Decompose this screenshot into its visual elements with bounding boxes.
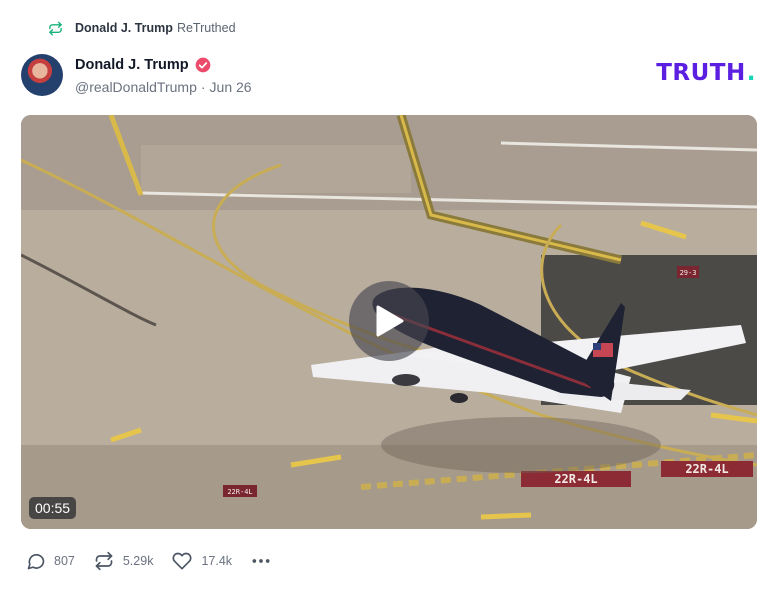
play-icon xyxy=(376,305,404,337)
retruth-count: 5.29k xyxy=(122,554,154,568)
runway-sign-small-1: 22R-4L xyxy=(227,488,252,496)
reply-count: 807 xyxy=(54,554,75,568)
video-player[interactable]: 22R-4L 22R-4L 22R-4L 29-3 00:55 xyxy=(21,115,757,529)
like-count: 17.4k xyxy=(201,554,233,568)
post-meta: @realDonaldTrump · Jun 26 xyxy=(75,79,252,95)
play-button[interactable] xyxy=(349,281,429,361)
more-button[interactable] xyxy=(250,551,272,571)
reply-icon xyxy=(27,553,45,570)
post-author-block: Donald J. Trump @realDonaldTrump · Jun 2… xyxy=(75,55,252,95)
verified-badge-icon xyxy=(195,57,211,73)
more-dots-icon xyxy=(252,559,270,563)
runway-sign-small-2: 29-3 xyxy=(680,269,697,277)
avatar[interactable] xyxy=(21,54,63,96)
runway-sign-2: 22R-4L xyxy=(685,462,728,476)
meta-separator: · xyxy=(200,79,206,95)
retruth-button[interactable]: 5.29k xyxy=(93,551,154,571)
truth-logo: TRUTH. xyxy=(656,60,756,86)
reply-button[interactable]: 807 xyxy=(26,551,75,571)
author-name[interactable]: Donald J. Trump xyxy=(75,57,189,73)
post-date[interactable]: Jun 26 xyxy=(210,79,252,95)
retruth-author[interactable]: Donald J. Trump xyxy=(75,21,173,35)
retruth-icon xyxy=(48,21,63,36)
retruth-label: ReTruthed xyxy=(176,21,236,35)
runway-sign-1: 22R-4L xyxy=(554,472,597,486)
like-button[interactable]: 17.4k xyxy=(171,551,232,571)
truth-logo-dot: . xyxy=(746,60,756,86)
retruth-action-icon xyxy=(95,551,113,571)
retruth-banner: Donald J. Trump ReTruthed xyxy=(48,18,236,38)
heart-icon xyxy=(172,552,192,570)
author-handle[interactable]: @realDonaldTrump xyxy=(75,79,197,95)
truth-logo-text: TRUTH xyxy=(656,60,746,86)
action-bar: 807 5.29k 17.4k xyxy=(26,549,272,573)
video-duration: 00:55 xyxy=(29,497,77,519)
